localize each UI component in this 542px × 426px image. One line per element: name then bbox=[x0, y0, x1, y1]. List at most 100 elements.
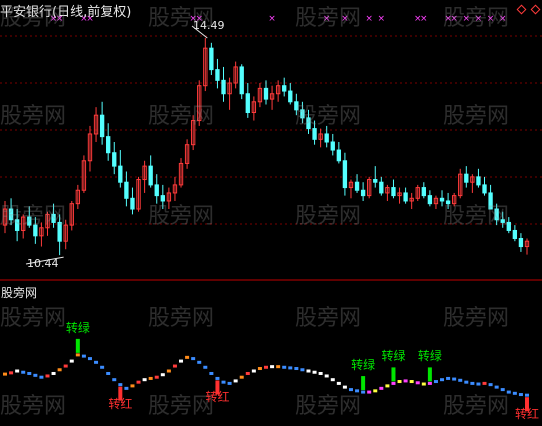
indicator-point bbox=[421, 382, 426, 386]
candle-body bbox=[154, 184, 159, 197]
signal-label: 转绿 bbox=[351, 358, 376, 373]
chart-title: 平安银行(日线,前复权) bbox=[0, 5, 132, 20]
signal-bar bbox=[391, 367, 396, 382]
signal-bar bbox=[75, 338, 80, 353]
candle-body bbox=[57, 221, 62, 242]
indicator-point bbox=[154, 375, 159, 379]
candle-body bbox=[8, 208, 14, 221]
candle-body bbox=[124, 181, 129, 199]
indicator-point bbox=[482, 381, 487, 385]
low-price-label: 10.44 bbox=[27, 257, 59, 270]
candle-body bbox=[27, 216, 32, 226]
indicator-point bbox=[282, 365, 287, 369]
candle-body bbox=[342, 160, 348, 189]
candle-body bbox=[330, 141, 335, 151]
candle-body bbox=[360, 189, 366, 197]
candle-body bbox=[99, 114, 105, 138]
candle-body bbox=[354, 181, 360, 191]
indicator-point bbox=[397, 380, 402, 384]
indicator-series bbox=[3, 338, 529, 412]
indicator-point bbox=[379, 386, 384, 390]
indicator-point bbox=[367, 390, 372, 394]
indicator-point bbox=[57, 368, 62, 372]
candle-body bbox=[482, 184, 487, 194]
indicator-point bbox=[276, 365, 281, 369]
indicator-point bbox=[288, 366, 293, 370]
candle-body bbox=[512, 229, 518, 240]
candle-body bbox=[391, 187, 396, 197]
candle-body bbox=[445, 200, 451, 205]
indicator-point bbox=[494, 385, 499, 389]
candle-body bbox=[403, 192, 408, 202]
indicator-point bbox=[506, 390, 511, 394]
indicator-point bbox=[106, 371, 111, 375]
candle-body bbox=[221, 79, 226, 95]
candle-body bbox=[245, 93, 250, 114]
indicator-point bbox=[69, 359, 74, 363]
indicator-point bbox=[27, 371, 32, 375]
candle-body bbox=[373, 179, 378, 183]
indicator-point bbox=[440, 378, 445, 382]
indicator-point bbox=[355, 389, 360, 393]
indicator-point bbox=[21, 370, 26, 374]
indicator-point bbox=[525, 393, 529, 397]
indicator-point bbox=[227, 381, 232, 385]
indicator-point bbox=[270, 365, 275, 369]
candle-body bbox=[14, 219, 20, 231]
indicator-point bbox=[294, 367, 299, 371]
chart-canvas: ×× ×× ×× × × × × × ×× ×× × × × × bbox=[0, 14, 542, 412]
candle-body bbox=[160, 195, 165, 202]
candle-body bbox=[312, 128, 317, 140]
indicator-point bbox=[148, 376, 153, 380]
signal-x-mark: × bbox=[323, 14, 331, 24]
indicator-point bbox=[300, 368, 305, 372]
indicator-point bbox=[464, 380, 469, 384]
candle-body bbox=[506, 221, 511, 231]
indicator-point bbox=[373, 389, 378, 393]
indicator-point bbox=[391, 381, 396, 385]
candle-body bbox=[239, 66, 244, 95]
indicator-point bbox=[500, 388, 505, 392]
signal-label: 转绿 bbox=[417, 349, 442, 364]
indicator-point bbox=[215, 376, 220, 380]
high-price-label: 14.49 bbox=[193, 19, 225, 32]
signal-label: 转红 bbox=[515, 407, 540, 422]
indicator-point bbox=[39, 375, 44, 379]
indicator-point bbox=[512, 391, 517, 395]
signal-label: 转红 bbox=[205, 390, 230, 405]
candle-body bbox=[300, 109, 305, 119]
candle-body bbox=[427, 195, 433, 205]
indicator-point bbox=[264, 365, 268, 369]
indicator-point bbox=[166, 369, 171, 373]
indicator-point bbox=[233, 379, 238, 383]
indicator-point bbox=[100, 365, 105, 369]
indicator-point bbox=[209, 371, 214, 375]
indicator-point bbox=[427, 381, 432, 385]
indicator-point bbox=[409, 380, 414, 384]
indicator-point bbox=[75, 353, 80, 357]
candle-body bbox=[112, 152, 117, 167]
signal-label: 转绿 bbox=[65, 320, 90, 335]
indicator-point bbox=[245, 371, 250, 375]
indicator-point bbox=[172, 364, 177, 368]
candle-body bbox=[494, 208, 499, 221]
indicator-point bbox=[203, 365, 208, 369]
signal-x-mark: × bbox=[365, 14, 373, 24]
candle-body bbox=[488, 192, 493, 210]
indicator-point bbox=[15, 369, 20, 373]
indicator-point bbox=[336, 381, 341, 385]
indicator-point bbox=[342, 385, 347, 389]
candle-body bbox=[118, 165, 123, 183]
candle-body bbox=[294, 101, 299, 111]
indicator-point bbox=[470, 381, 475, 385]
signal-bar bbox=[427, 367, 432, 382]
indicator-point bbox=[415, 381, 420, 385]
indicator-point bbox=[51, 371, 56, 375]
candle-body bbox=[288, 90, 293, 103]
indicator-point bbox=[33, 373, 38, 377]
candle-body bbox=[51, 213, 56, 223]
candle-body bbox=[336, 149, 342, 162]
candle-body bbox=[464, 173, 469, 183]
signal-x-mark: × bbox=[463, 14, 471, 24]
indicator-point bbox=[45, 374, 50, 378]
